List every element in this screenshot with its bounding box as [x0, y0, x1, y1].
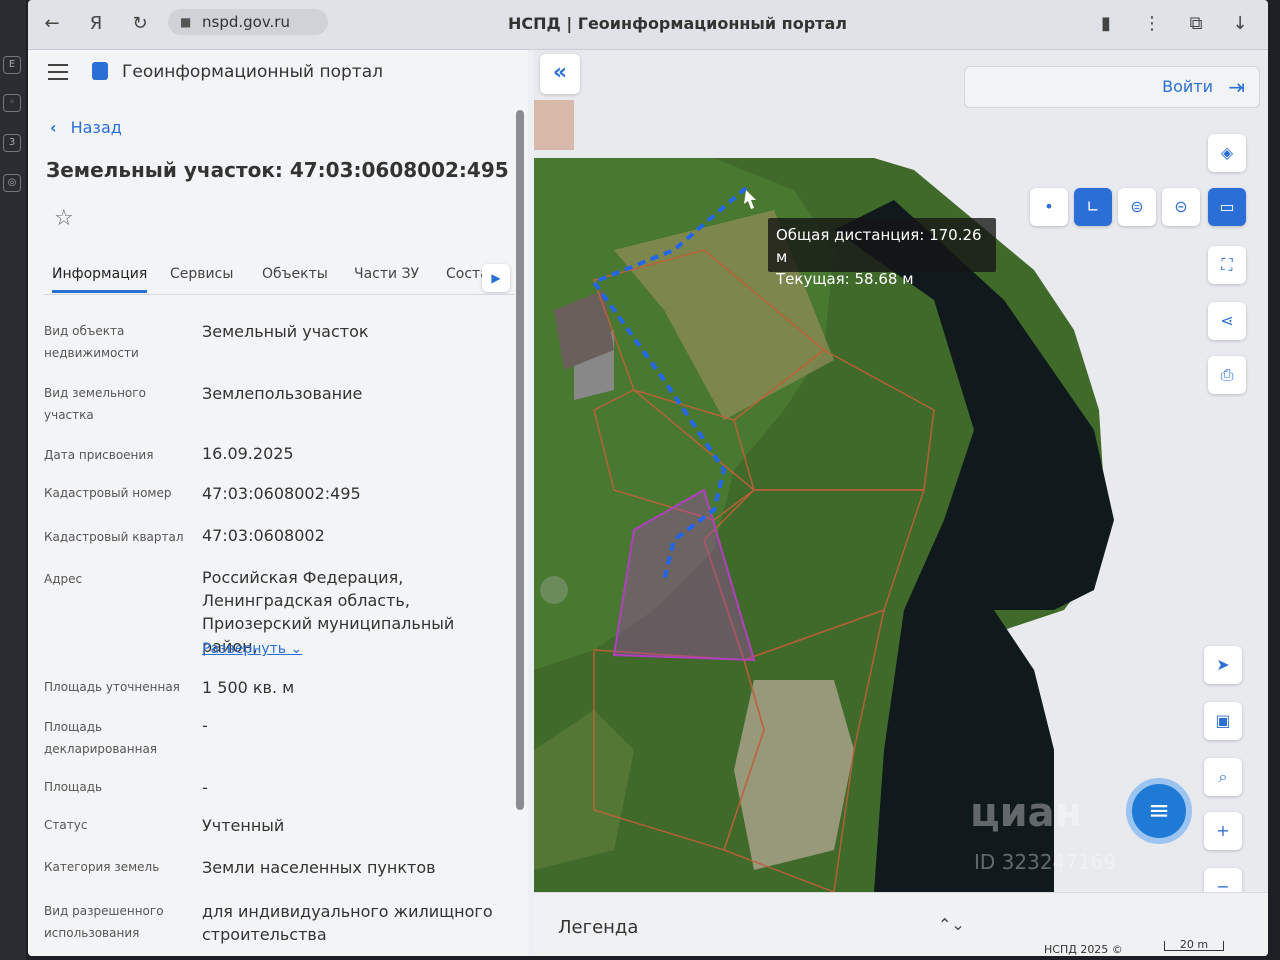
field-label: Вид разрешенного использования — [44, 904, 164, 940]
tabs-scroll-right-icon[interactable]: ▶ — [482, 264, 510, 292]
url-text: nspd.gov.ru — [202, 13, 290, 31]
field-label: Площадь декларированная — [44, 720, 158, 756]
field-label: Вид объекта недвижимости — [44, 324, 139, 360]
browser-toolbar: ← Я ↻ ■ nspd.gov.ru НСПД | Геоинформацио… — [28, 0, 1268, 50]
line-measure-icon[interactable]: ∟ — [1074, 188, 1112, 226]
field-value: 47:03:0608002:495 — [202, 484, 361, 503]
field-value: 16.09.2025 — [202, 444, 294, 463]
map-view[interactable]: « Войти ⇥ Общая дистанция: 170.26 м Теку… — [534, 50, 1268, 956]
field-label: Дата присвоения — [44, 448, 154, 462]
portal-logo-icon — [92, 62, 108, 80]
taskbar-app-icon[interactable]: E — [3, 56, 21, 74]
expand-link[interactable]: Развернуть ⌄ — [202, 638, 322, 661]
select-area-icon[interactable]: ⛶ — [1208, 246, 1246, 284]
tab-services[interactable]: Сервисы — [170, 266, 233, 282]
hamburger-menu-icon[interactable] — [48, 64, 68, 80]
lock-icon: ■ — [180, 15, 192, 29]
field-label: Кадастровый номер — [44, 486, 172, 500]
address-bar[interactable]: ■ nspd.gov.ru — [168, 9, 328, 35]
tab-info[interactable]: Информация — [52, 266, 148, 293]
back-label: Назад — [70, 118, 122, 137]
collapse-panel-icon[interactable]: « — [540, 54, 580, 94]
yandex-icon[interactable]: Я — [84, 12, 108, 36]
field-value: 47:03:0608002 — [202, 526, 325, 545]
print-icon[interactable]: ⎙ — [1208, 356, 1246, 394]
status-value: Учтенный — [202, 816, 285, 835]
legend-label: Легенда — [558, 917, 639, 938]
field-value: - — [202, 778, 208, 797]
locate-icon[interactable]: ➤ — [1204, 646, 1242, 684]
share-icon[interactable]: ⋖ — [1208, 302, 1246, 340]
field-label: Кадастровый квартал — [44, 530, 184, 544]
chevron-down-icon: ⌄ — [290, 641, 303, 657]
info-panel: Геоинформационный портал ‹ Назад Земельны… — [28, 50, 528, 956]
chevron-left-icon: ‹ — [50, 118, 57, 137]
back-link[interactable]: ‹ Назад — [50, 118, 122, 137]
expand-label: Развернуть — [202, 641, 287, 657]
page-tab-title: НСПД | Геоинформационный портал — [508, 14, 847, 33]
field-label: Адрес — [44, 572, 83, 586]
area-measure2-icon[interactable]: ⊝ — [1162, 188, 1200, 226]
extensions-icon[interactable]: ⧉ — [1184, 12, 1208, 36]
layers-icon[interactable]: ◈ — [1208, 134, 1246, 172]
measurement-tooltip: Общая дистанция: 170.26 м Текущая: 58.68… — [768, 218, 996, 288]
point-icon[interactable]: • — [1030, 188, 1068, 226]
search-icon[interactable]: ⌕ — [1204, 758, 1242, 796]
field-value: 1 500 кв. м — [202, 678, 295, 697]
field-label: Площадь — [44, 780, 103, 794]
watermark-id: ID 323247169 — [974, 850, 1117, 874]
page-title: Земельный участок: 47:03:0608002:495 — [46, 158, 509, 182]
watermark-logo: циан — [970, 790, 1083, 836]
taskbar-app-icon[interactable]: 3 — [3, 134, 21, 152]
tabs-divider — [44, 294, 514, 295]
login-icon: ⇥ — [1228, 75, 1245, 99]
ruler-icon[interactable]: ▭ — [1208, 188, 1246, 226]
area-measure-icon[interactable]: ⊜ — [1118, 188, 1156, 226]
field-value: для индивидуального жилищного строительс… — [202, 902, 493, 944]
legend-toggle-icon[interactable]: ⌃⌄ — [938, 915, 965, 934]
zoom-in-icon[interactable]: + — [1204, 812, 1242, 850]
back-arrow-icon[interactable]: ← — [40, 12, 64, 36]
legend-bar[interactable]: Легенда ⌃⌄ НСПД 2025 © 20 m — [534, 892, 1268, 956]
field-value: Земельный участок — [202, 322, 369, 341]
download-icon[interactable]: ↓ — [1228, 12, 1252, 36]
tab-objects[interactable]: Объекты — [262, 266, 328, 282]
tab-parts[interactable]: Части ЗУ — [354, 266, 419, 282]
measure-total: Общая дистанция: 170.26 м — [776, 226, 982, 266]
more-icon[interactable]: ⋮ — [1140, 12, 1164, 36]
taskbar-app-icon[interactable]: ◦ — [3, 94, 21, 112]
field-value: Землепользование — [202, 384, 363, 403]
measure-current: Текущая: 58.68 м — [776, 270, 914, 288]
browser-window: ← Я ↻ ■ nspd.gov.ru НСПД | Геоинформацио… — [28, 0, 1268, 956]
login-label: Войти — [1162, 77, 1213, 96]
field-label: Статус — [44, 818, 88, 832]
os-taskbar: E ◦ 3 ◎ — [0, 0, 26, 960]
field-label: Категория земель — [44, 860, 160, 874]
field-value: Земли населенных пунктов — [202, 858, 436, 877]
bookmark-icon[interactable]: ▮ — [1094, 12, 1118, 36]
screen-icon[interactable]: ▣ — [1204, 702, 1242, 740]
favorite-star-icon[interactable]: ☆ — [54, 206, 74, 231]
field-label: Вид земельного участка — [44, 386, 146, 422]
chat-icon[interactable]: ≡ — [1126, 778, 1192, 844]
portal-title: Геоинформационный портал — [122, 62, 383, 82]
reload-icon[interactable]: ↻ — [128, 12, 152, 36]
copyright: НСПД 2025 © — [1044, 943, 1123, 956]
field-label: Площадь уточненная — [44, 680, 180, 694]
scale-bar: 20 m — [1164, 939, 1224, 951]
login-button[interactable]: Войти ⇥ — [964, 66, 1260, 108]
panel-scrollbar[interactable] — [516, 110, 524, 810]
taskbar-app-icon[interactable]: ◎ — [3, 174, 21, 192]
field-value: - — [202, 716, 208, 735]
